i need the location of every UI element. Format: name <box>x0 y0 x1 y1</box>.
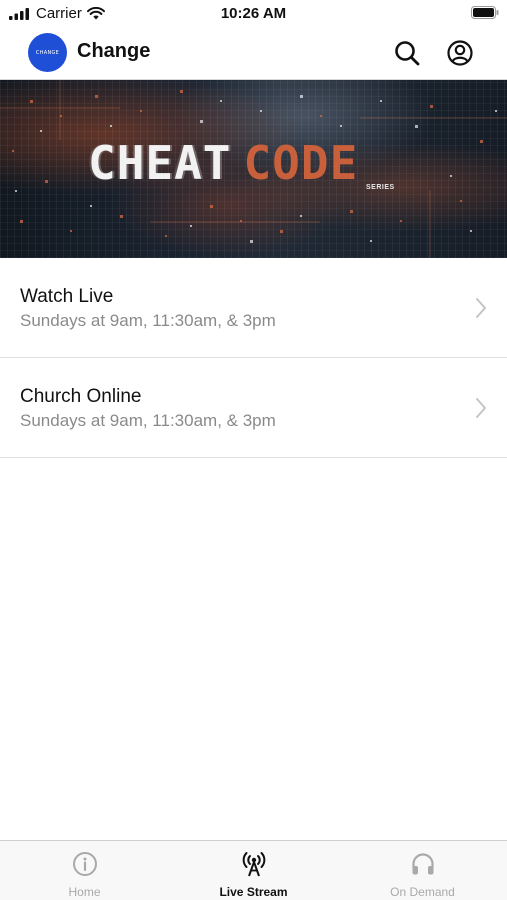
tab-home[interactable]: Home <box>0 841 169 900</box>
list-item-title: Watch Live <box>20 286 114 307</box>
status-bar: Carrier 10:26 AM <box>0 0 507 28</box>
broadcast-icon <box>240 850 268 878</box>
status-bar-right <box>471 6 499 24</box>
tab-live-stream[interactable]: Live Stream <box>169 841 338 900</box>
tab-label: Home <box>68 885 101 899</box>
headphones-icon <box>409 850 437 878</box>
app-header: CHANGE Change <box>0 28 507 80</box>
church-logo[interactable]: CHANGE <box>28 33 67 72</box>
tab-label: On Demand <box>390 885 455 899</box>
logo-text: CHANGE <box>35 49 60 56</box>
banner-series-label: SERIES <box>366 184 395 191</box>
chevron-right-icon <box>476 398 486 418</box>
tab-bar: Home Live Stream On Demand <box>0 840 507 900</box>
status-time: 10:26 AM <box>220 5 287 22</box>
tab-on-demand[interactable]: On Demand <box>338 841 507 900</box>
list-item-subtitle: Sundays at 9am, 11:30am, & 3pm <box>20 411 276 430</box>
list-item-watch-live[interactable]: Watch Live Sundays at 9am, 11:30am, & 3p… <box>0 258 507 358</box>
account-icon <box>447 40 473 66</box>
banner-title: CHEAT CODE <box>88 140 358 186</box>
chevron-right-icon <box>476 298 486 318</box>
battery-icon <box>471 6 499 19</box>
tab-label: Live Stream <box>219 885 288 899</box>
search-button[interactable] <box>392 38 422 68</box>
info-icon <box>71 850 99 878</box>
banner-title-cheat: CHEAT <box>88 136 232 190</box>
list-item-subtitle: Sundays at 9am, 11:30am, & 3pm <box>20 311 276 330</box>
live-options-list: Watch Live Sundays at 9am, 11:30am, & 3p… <box>0 258 507 458</box>
app-title: Change <box>77 40 151 62</box>
series-banner[interactable]: CHEAT CODE SERIES <box>0 80 507 258</box>
account-button[interactable] <box>445 38 475 68</box>
list-item-title: Church Online <box>20 386 142 407</box>
search-icon <box>395 41 420 66</box>
banner-title-code: CODE <box>243 136 359 190</box>
list-item-church-online[interactable]: Church Online Sundays at 9am, 11:30am, &… <box>0 358 507 458</box>
